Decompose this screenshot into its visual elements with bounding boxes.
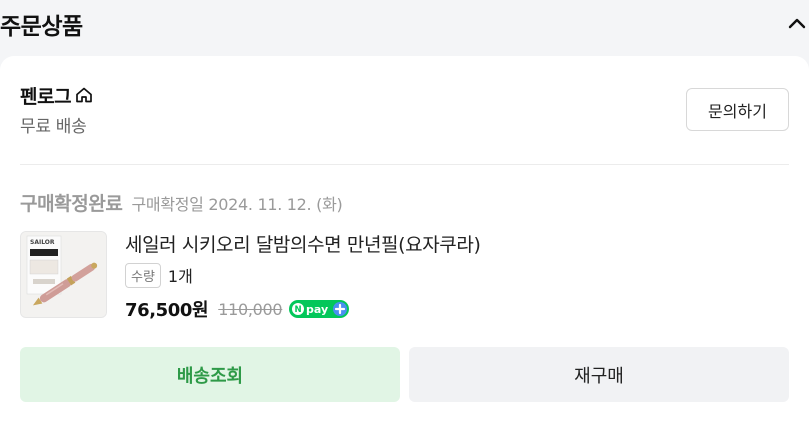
product-name[interactable]: 세일러 시키오리 달밤의수면 만년필(요자쿠라)	[125, 230, 481, 257]
divider	[20, 164, 789, 165]
order-card: 펜로그 무료 배송 문의하기 구매확정완료 구매확정일 2024. 11. 12…	[0, 56, 809, 426]
quantity-row: 수량 1개	[125, 262, 193, 288]
order-status: 구매확정완료	[20, 193, 123, 215]
track-delivery-button[interactable]: 배송조회	[20, 347, 400, 402]
inquiry-button[interactable]: 문의하기	[686, 88, 789, 131]
rebuy-button[interactable]: 재구매	[409, 347, 789, 402]
npay-badge-text: pay	[306, 303, 328, 316]
section-header: 주문상품	[0, 0, 809, 52]
home-icon[interactable]	[74, 85, 94, 105]
quantity-label: 수량	[125, 262, 161, 288]
confirm-date: 구매확정일 2024. 11. 12. (화)	[131, 195, 343, 214]
pen-image: SAILOR	[21, 232, 106, 317]
npay-badge-icon: N pay	[289, 300, 350, 318]
order-status-row: 구매확정완료 구매확정일 2024. 11. 12. (화)	[20, 189, 343, 217]
sale-price: 76,500원	[125, 300, 209, 321]
shop-header[interactable]: 펜로그	[20, 82, 94, 108]
chevron-up-icon[interactable]	[786, 12, 808, 34]
thumbnail-brand: SAILOR	[30, 239, 55, 246]
original-price: 110,000	[218, 299, 283, 319]
product-thumbnail[interactable]: SAILOR	[20, 231, 107, 318]
shipping-info: 무료 배송	[20, 117, 87, 137]
svg-text:N: N	[295, 305, 302, 315]
section-title: 주문상품	[0, 14, 83, 40]
quantity-value: 1개	[167, 267, 193, 286]
shop-name[interactable]: 펜로그	[20, 82, 72, 109]
price-row: 76,500원 110,000 N pay	[125, 296, 350, 322]
